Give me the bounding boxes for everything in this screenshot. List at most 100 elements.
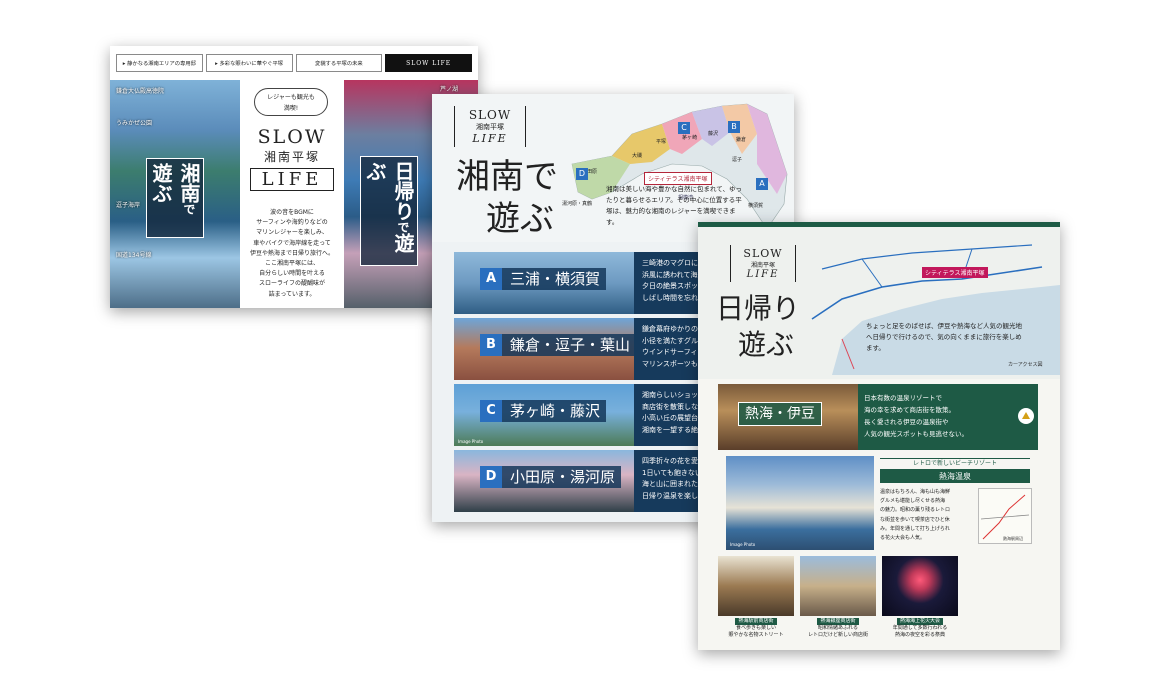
spot-caption-fireworks: 熱海海上花火大会 年間通して多数行われる 熱海の夜空を彩る祭典 xyxy=(882,618,958,639)
photo-label-daibutsu: 鎌倉大仏殿高徳院 xyxy=(116,88,165,95)
spot-place: 熱海銀座商店街 xyxy=(817,618,859,625)
photo-label-hakone: 芦ノ湖 xyxy=(440,86,459,93)
resort-label: レトロで新しいビーチリゾート xyxy=(880,458,1030,470)
spot-desc: 熱海の夜空を彩る祭典 xyxy=(894,632,945,638)
badge-line2: 満喫! xyxy=(283,105,299,112)
spot-photo-ginza xyxy=(800,556,876,616)
segment-a-title: A 三浦・横須賀 xyxy=(480,268,607,290)
atami-izu-title: 熱海・伊豆 xyxy=(738,402,822,426)
overlay-higaeri-line2: で xyxy=(396,221,410,233)
shonan-header: SLOW 湘南平塚 LIFE 湘南で 遊ぶ シティテラス湘南平塚 平塚 茅ヶ崎 … xyxy=(432,94,794,242)
atami-onsen-title: 熱海温泉 xyxy=(880,470,1030,483)
onsen-text-line: る花火大会も人気。 xyxy=(880,535,926,542)
map-label-hiratsuka: 平塚 xyxy=(656,139,667,145)
spot-desc: 年間通して多数行われる xyxy=(892,625,948,631)
atami-izu-text: 日本有数の温泉リゾートで 海の幸を求めて商店街を散策。 長く愛される伊豆の温泉街… xyxy=(864,392,1014,440)
spot-desc: レトロだけど新しい商店街 xyxy=(807,632,868,638)
segment-d-photo: D 小田原・湯河原 xyxy=(454,450,634,512)
segment-letter: C xyxy=(480,400,502,422)
brochure-page-slow-life: ▸ 静かなる湘南エリアの専用邸 ▸ 多彩な賑わいに華やぐ平塚 変貌する平塚の未来… xyxy=(110,46,478,308)
map-label-yugawara: 湯河原・真鶴 xyxy=(562,201,593,207)
image-photo-note: Image Photo xyxy=(458,439,484,444)
logo-life: LIFE xyxy=(746,269,780,280)
logo-place: 湘南平塚 xyxy=(476,123,504,131)
image-photo-note: Image Photo xyxy=(730,542,756,547)
logo-slow: SLOW xyxy=(743,247,783,260)
map-marker-a: A xyxy=(756,178,768,190)
spot-photo-ekimae xyxy=(718,556,794,616)
slow-life-logo: SLOW 湘南平塚 LIFE xyxy=(250,126,334,191)
body-line: 詰まっています。 xyxy=(268,290,316,298)
spot-desc: 昭和情緒あふれる xyxy=(817,625,858,631)
segment-c-photo: C 茅ヶ崎・藤沢 Image Photo xyxy=(454,384,634,446)
nav-tab-future[interactable]: 変貌する平塚の未来 xyxy=(295,54,383,72)
triangle-up-icon xyxy=(1022,412,1030,419)
brochure-page-day-trip: SLOW 湘南平塚 LIFE 日帰りで 遊ぶ シティテラス湘南平塚 カーアクセス… xyxy=(698,222,1060,650)
overlay-higaeri-line1: 日帰り xyxy=(391,161,415,221)
spot-place: 熱海駅前商店街 xyxy=(735,618,777,625)
body-line: 車やバイクで海岸線を走って xyxy=(253,239,331,247)
logo-place: 湘南平塚 xyxy=(750,262,775,269)
banner-text-line: 長く愛される伊豆の温泉街や xyxy=(864,418,949,426)
map-label-fujisawa: 藤沢 xyxy=(708,131,719,137)
segment-name: 三浦・横須賀 xyxy=(510,270,601,288)
atami-area-map: 熱海駅周辺 xyxy=(978,488,1032,544)
overlay-shonan-line3: 遊ぶ xyxy=(149,163,173,203)
photo-label-zushi: 逗子海岸 xyxy=(116,202,141,209)
segment-d-title: D 小田原・湯河原 xyxy=(480,466,622,488)
logo-place: 湘南平塚 xyxy=(263,150,320,164)
onsen-text-line: な街並を歩いて喫茶店でひと休 xyxy=(880,516,950,523)
body-line: スローライフの醍醐味が xyxy=(258,280,325,288)
brochure-nav-tabs: ▸ 静かなる湘南エリアの専用邸 ▸ 多彩な賑わいに華やぐ平塚 変貌する平塚の未来… xyxy=(116,54,472,72)
slow-life-column: レジャーも観光も 満喫! SLOW 湘南平塚 LIFE 波の音をBGMに サーフ… xyxy=(240,80,344,308)
body-line: 伊豆や熱海まで日帰り旅行へ。 xyxy=(249,249,334,257)
spot-desc: 食べ歩きも楽しい xyxy=(735,625,776,631)
slow-life-body: 波の音をBGMに サーフィンや海釣りなどの マリンレジャーを楽しみ、 車やバイク… xyxy=(246,208,338,300)
nav-tab-shonan-area[interactable]: ▸ 静かなる湘南エリアの専用邸 xyxy=(116,54,203,72)
atami-izu-banner: 熱海・伊豆 日本有数の温泉リゾートで 海の幸を求めて商店街を散策。 長く愛される… xyxy=(718,384,1038,450)
day-trip-header: SLOW 湘南平塚 LIFE 日帰りで 遊ぶ シティテラス湘南平塚 カーアクセス… xyxy=(698,222,1060,379)
atami-bay-photo: Image Photo xyxy=(726,456,874,550)
badge-line1: レジャーも観光も xyxy=(267,94,315,101)
map-marker-b: B xyxy=(728,121,740,133)
nav-tab-slow-life[interactable]: SLOW LIFE xyxy=(385,54,472,72)
segment-name: 鎌倉・逗子・葉山 xyxy=(510,336,631,354)
onsen-text-line: グルメも堪能し尽くせる熱海 xyxy=(880,498,946,505)
map-marker-d: D xyxy=(576,168,588,180)
logo-slow: SLOW xyxy=(257,126,327,148)
spot-desc: 賑やかな名物ストリート xyxy=(728,632,784,638)
map-label-chigasaki: 茅ヶ崎 xyxy=(682,135,698,141)
nav-tab-hiratsuka[interactable]: ▸ 多彩な賑わいに華やぐ平塚 xyxy=(205,54,293,72)
overlay-shonan-line1: 湘南 xyxy=(177,163,201,203)
segment-name: 茅ヶ崎・藤沢 xyxy=(510,402,601,420)
atami-onsen-text: 温泉はもちろん、海も山も海鮮 グルメも堪能し尽くせる熱海 の魅力。昭和の薫り残る… xyxy=(880,488,974,543)
banner-text-line: 海の幸を求めて商店街を散策。 xyxy=(864,406,955,414)
leisure-badge: レジャーも観光も 満喫! xyxy=(254,88,328,116)
car-access-note: カーアクセス図 xyxy=(1008,362,1043,368)
logo-life: LIFE xyxy=(250,168,334,191)
map-label-zushi: 逗子 xyxy=(732,157,743,163)
onsen-text-line: み。年間を通して打ち上げられ xyxy=(880,525,950,532)
body-line: サーフィンや海釣りなどの xyxy=(256,219,328,227)
overlay-shonan-line2: で xyxy=(182,203,196,215)
higaeri-overlay-title: 日帰りで遊ぶ xyxy=(360,156,418,266)
spot-caption-ginza: 熱海銀座商店街 昭和情緒あふれる レトロだけど新しい商店街 xyxy=(800,618,876,639)
map-marker-c: C xyxy=(678,122,690,134)
shonan-logo: SLOW 湘南平塚 LIFE xyxy=(454,106,526,147)
scroll-up-button[interactable] xyxy=(1018,408,1034,424)
segment-b-photo: B 鎌倉・逗子・葉山 xyxy=(454,318,634,380)
logo-slow: SLOW xyxy=(468,108,512,122)
shonan-overlay-title: 湘南で遊ぶ xyxy=(146,158,204,238)
body-line: マリンレジャーを楽しみ、 xyxy=(256,229,328,237)
body-line: 自分らしい時間を叶える xyxy=(259,270,325,278)
day-trip-logo: SLOW 湘南平塚 LIFE xyxy=(730,245,796,282)
banner-text-line: 日本有数の温泉リゾートで xyxy=(864,394,942,402)
photo-collage-left: 鎌倉大仏殿高徳院 うみかぜ公園 逗子海岸 国道134号線 湘南で遊ぶ xyxy=(110,80,240,308)
map-guide-label: 熱海駅周辺 xyxy=(1003,536,1023,541)
body-line: ここ湘南平塚には、 xyxy=(264,260,319,268)
day-trip-intro: ちょっと足をのばせば、伊豆や熱海など人気の観光地へ日帰りで行けるので、気の向くま… xyxy=(866,322,1022,352)
segment-letter: B xyxy=(480,334,502,356)
banner-text-line: 人気の観光スポットも見逃せない。 xyxy=(864,430,968,438)
title-line2: 遊ぶ xyxy=(486,199,554,239)
body-line: 波の音をBGMに xyxy=(270,209,314,216)
